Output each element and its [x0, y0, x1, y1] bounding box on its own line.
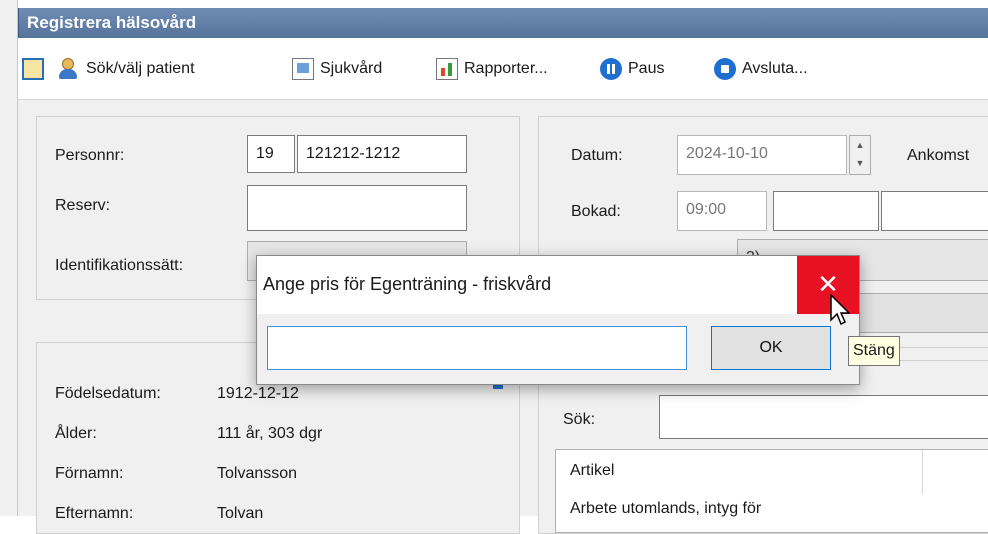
paus-button[interactable]: Paus: [600, 56, 664, 82]
article-list: Artikel Arbete utomlands, intyg för: [555, 449, 988, 533]
fornamn-value: Tolvansson: [217, 465, 298, 482]
price-dialog: Ange pris för Egenträning - friskvård ✕ …: [256, 255, 860, 385]
window-title: Registrera hälsovård: [18, 8, 988, 38]
efternamn-label: Efternamn:: [55, 505, 134, 522]
panel-icon: [22, 58, 44, 80]
personnr-century-field[interactable]: 19: [247, 135, 295, 173]
blue-marker: [493, 385, 503, 389]
toolbar: Sök/välj patient Sjukvård Rapporter... P…: [18, 38, 988, 100]
search-patient-label: Sök/välj patient: [86, 60, 195, 77]
datum-spinner[interactable]: ▲ ▼: [849, 135, 871, 175]
bokad-extra-field-1[interactable]: [773, 191, 879, 231]
personnr-label: Personnr:: [55, 147, 125, 164]
article-column-header[interactable]: Artikel: [570, 462, 614, 480]
articles-group: Sök: Artikel Arbete utomlands, intyg för: [538, 360, 988, 534]
search-patient-button[interactable]: Sök/välj patient: [58, 56, 195, 82]
fornamn-label: Förnamn:: [55, 465, 124, 482]
close-tooltip: Stäng: [848, 336, 900, 366]
dialog-title-bar: Ange pris för Egenträning - friskvård ✕: [257, 256, 859, 314]
alder-value: 111 år, 303 dgr: [217, 425, 323, 442]
bokad-extra-field-2[interactable]: [881, 191, 988, 231]
pause-icon: [600, 58, 622, 80]
list-item[interactable]: Arbete utomlands, intyg för: [570, 500, 761, 518]
ankomst-label: Ankomst: [907, 147, 970, 164]
ok-button[interactable]: OK: [711, 326, 831, 370]
efternamn-value: Tolvan: [217, 505, 264, 522]
personnr-field[interactable]: 121212-1212: [297, 135, 467, 173]
sjukvard-button[interactable]: Sjukvård: [292, 56, 382, 82]
reserv-field[interactable]: [247, 185, 467, 231]
sjukvard-label: Sjukvård: [320, 60, 383, 77]
rapporter-button[interactable]: Rapporter...: [436, 56, 548, 82]
stop-icon: [714, 58, 736, 80]
rapporter-label: Rapporter...: [464, 60, 548, 77]
dialog-title: Ange pris för Egenträning - friskvård: [263, 274, 552, 294]
alder-label: Ålder:: [55, 425, 97, 442]
article-search-input[interactable]: [659, 395, 988, 439]
bokad-label: Bokad:: [571, 203, 621, 220]
report-icon: [436, 58, 458, 80]
datum-label: Datum:: [571, 147, 623, 164]
reserv-label: Reserv:: [55, 197, 111, 214]
avsluta-label: Avsluta...: [742, 60, 808, 77]
panel-toggle-button[interactable]: [22, 56, 50, 82]
fodelsedatum-value: 1912-12-12: [217, 385, 299, 402]
price-input[interactable]: [267, 326, 687, 370]
mouse-cursor-icon: [830, 294, 850, 326]
user-icon: [58, 58, 80, 80]
sok-label: Sök:: [563, 411, 596, 428]
left-window-edge: [0, 0, 18, 516]
column-divider: [922, 450, 923, 494]
bokad-field[interactable]: 09:00: [677, 191, 767, 231]
paus-label: Paus: [628, 60, 665, 77]
datum-field[interactable]: 2024-10-10: [677, 135, 847, 175]
avsluta-button[interactable]: Avsluta...: [714, 56, 808, 82]
ident-label: Identifikationssätt:: [55, 257, 184, 274]
document-icon: [292, 58, 314, 80]
fodelsedatum-label: Födelsedatum:: [55, 385, 161, 402]
